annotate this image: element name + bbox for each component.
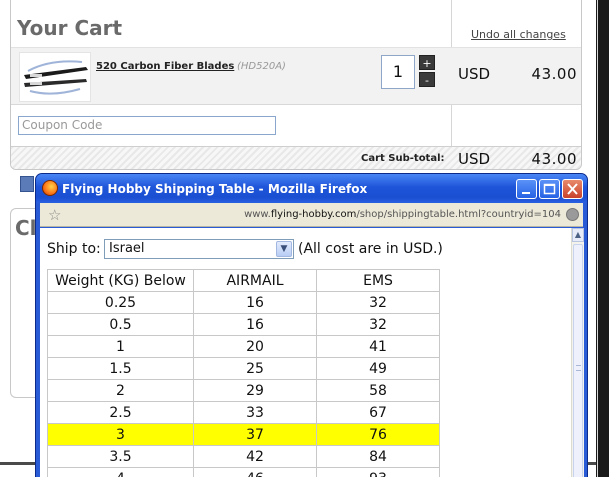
product-thumbnail[interactable] bbox=[19, 52, 91, 102]
window-titlebar[interactable]: Flying Hobby Shipping Table - Mozilla Fi… bbox=[36, 174, 587, 203]
table-row: 2.5 33 67 bbox=[47, 401, 440, 424]
blade-image bbox=[24, 60, 88, 95]
scrollbar-grip bbox=[576, 365, 581, 371]
table-cell: 32 bbox=[316, 291, 440, 314]
table-row: 44693 bbox=[47, 467, 440, 477]
cart-item-row: 520 Carbon Fiber Blades (HD520A) 1 + - U… bbox=[11, 47, 581, 105]
cart-panel: Your Cart Undo all changes 520 Carbon Fi… bbox=[10, 0, 582, 170]
address-bar[interactable]: ☆ www.flying-hobby.com/shop/shippingtabl… bbox=[40, 203, 583, 227]
vertical-scrollbar[interactable]: ▲ bbox=[571, 228, 584, 477]
column-header: Weight (KG) Below bbox=[47, 269, 194, 292]
table-cell: 16 bbox=[193, 291, 317, 314]
item-currency: USD bbox=[458, 65, 491, 83]
table-row-highlighted: 3 37 76 bbox=[47, 423, 440, 446]
table-cell: 2.5 bbox=[47, 401, 194, 424]
table-row: 3.5 42 84 bbox=[47, 445, 440, 468]
table-cell: 84 bbox=[316, 445, 440, 468]
table-cell: 1 bbox=[47, 335, 194, 358]
product-name-link[interactable]: 520 Carbon Fiber Blades bbox=[96, 61, 234, 72]
address-url[interactable]: www.flying-hobby.com/shop/shippingtable.… bbox=[244, 209, 561, 220]
table-cell: 32 bbox=[316, 313, 440, 336]
table-cell: 67 bbox=[316, 401, 440, 424]
undo-all-changes-link[interactable]: Undo all changes bbox=[471, 28, 566, 41]
table-cell: 4 bbox=[47, 467, 194, 477]
table-cell: 46 bbox=[193, 467, 317, 477]
table-cell: 76 bbox=[316, 423, 440, 446]
url-prefix: www. bbox=[244, 209, 271, 220]
quantity-decrease-button[interactable]: - bbox=[419, 72, 435, 87]
star-icon[interactable]: ☆ bbox=[48, 206, 61, 224]
table-cell: 41 bbox=[316, 335, 440, 358]
column-header: EMS bbox=[316, 269, 440, 292]
table-cell: 0.5 bbox=[47, 313, 194, 336]
table-row: 0.25 16 32 bbox=[47, 291, 440, 314]
maximize-icon bbox=[543, 183, 556, 195]
firefox-logo-icon bbox=[42, 180, 58, 196]
item-price: 43.00 bbox=[531, 65, 577, 83]
subtotal-amount: 43.00 bbox=[531, 150, 577, 168]
table-cell: 25 bbox=[193, 357, 317, 380]
window-title: Flying Hobby Shipping Table - Mozilla Fi… bbox=[62, 182, 368, 196]
table-body: 0.25 16 32 0.5 16 32 1 20 41 1.5 25 49 2 29 58 2.5 33 67 3… bbox=[47, 291, 440, 477]
table-cell: 3.5 bbox=[47, 445, 194, 468]
quantity-input[interactable]: 1 bbox=[381, 55, 415, 89]
site-identity-icon[interactable] bbox=[566, 208, 579, 221]
ship-to-label: Ship to: bbox=[47, 241, 101, 257]
page-right-edge-line bbox=[597, 0, 598, 477]
scrollbar-thumb[interactable] bbox=[573, 244, 583, 477]
table-row: 0.5 16 32 bbox=[47, 313, 440, 336]
table-cell: 33 bbox=[193, 401, 317, 424]
chevron-down-icon[interactable]: ▼ bbox=[276, 241, 292, 257]
scroll-up-icon[interactable]: ▲ bbox=[572, 228, 584, 242]
firefox-popup-window: Flying Hobby Shipping Table - Mozilla Fi… bbox=[35, 173, 588, 477]
column-header: AIRMAIL bbox=[193, 269, 317, 292]
cart-title: Your Cart bbox=[17, 16, 123, 40]
currency-note: (All cost are in USD.) bbox=[298, 241, 443, 257]
table-row: 2 29 58 bbox=[47, 379, 440, 402]
background-heading: Cl bbox=[15, 216, 37, 240]
minimize-icon bbox=[522, 192, 530, 194]
table-cell: 2 bbox=[47, 379, 194, 402]
country-select-value: Israel bbox=[109, 241, 145, 256]
quantity-increase-button[interactable]: + bbox=[419, 55, 435, 70]
table-row: 1 20 41 bbox=[47, 335, 440, 358]
table-cell: 42 bbox=[193, 445, 317, 468]
table-row: 1.5 25 49 bbox=[47, 357, 440, 380]
subtotal-row: Cart Sub-total: USD 43.00 bbox=[11, 146, 581, 169]
table-cell: 49 bbox=[316, 357, 440, 380]
table-cell: 20 bbox=[193, 335, 317, 358]
table-header-row: Weight (KG) Below AIRMAIL EMS bbox=[47, 269, 440, 292]
url-domain: flying-hobby.com bbox=[270, 209, 357, 220]
maximize-button[interactable] bbox=[539, 179, 560, 199]
subtotal-currency: USD bbox=[458, 150, 491, 168]
table-cell: 29 bbox=[193, 379, 317, 402]
country-select[interactable]: Israel ▼ bbox=[104, 239, 294, 259]
table-cell: 0.25 bbox=[47, 291, 194, 314]
table-cell: 37 bbox=[193, 423, 317, 446]
close-icon bbox=[567, 183, 578, 195]
popup-content: Ship to: Israel ▼ (All cost are in USD.)… bbox=[40, 228, 571, 477]
minimize-button[interactable] bbox=[516, 179, 537, 199]
coupon-code-input[interactable]: Coupon Code bbox=[18, 116, 276, 135]
table-cell: 93 bbox=[316, 467, 440, 477]
url-path: /shop/shippingtable.html?countryid=104 bbox=[356, 209, 561, 220]
table-cell: 1.5 bbox=[47, 357, 194, 380]
calendar-icon bbox=[20, 176, 34, 192]
table-cell: 58 bbox=[316, 379, 440, 402]
table-cell: 3 bbox=[47, 423, 194, 446]
close-button[interactable] bbox=[562, 179, 583, 199]
table-cell: 16 bbox=[193, 313, 317, 336]
product-code: (HD520A) bbox=[237, 61, 286, 72]
subtotal-label: Cart Sub-total: bbox=[361, 153, 445, 164]
shipping-rates-table: Weight (KG) Below AIRMAIL EMS 0.25 16 32 0.… bbox=[47, 269, 440, 477]
screenshot: Your Cart Undo all changes 520 Carbon Fi… bbox=[0, 0, 609, 477]
